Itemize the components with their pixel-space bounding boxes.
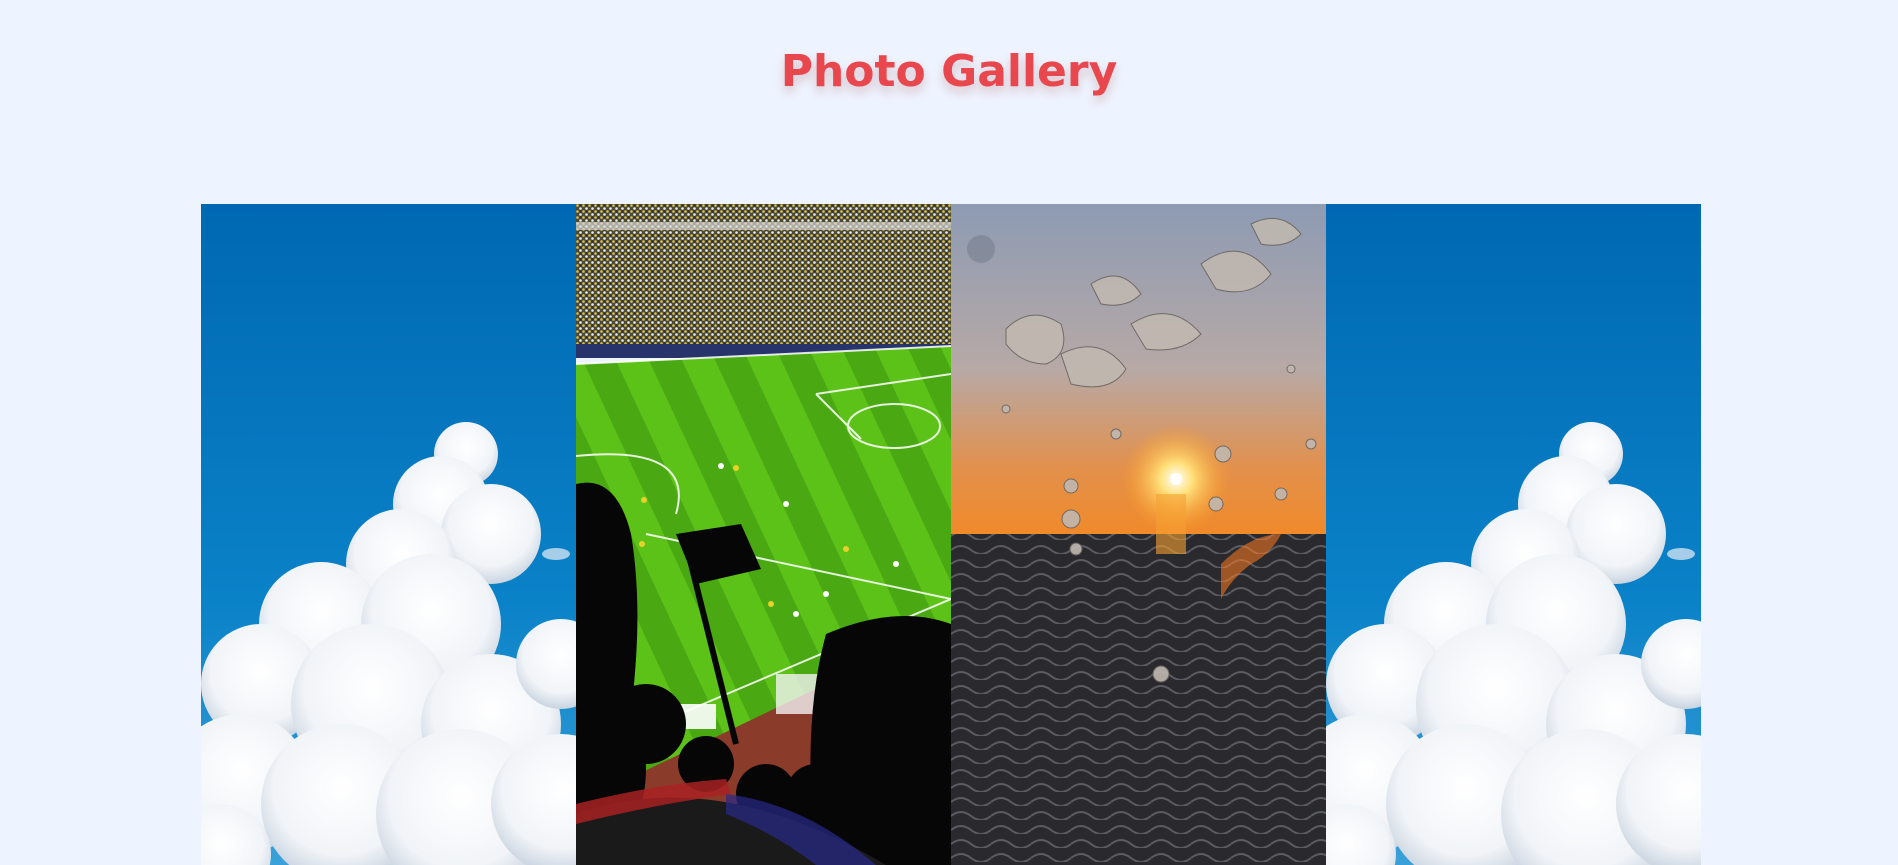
stadium-image <box>576 204 951 865</box>
clouds-image <box>1326 204 1701 865</box>
gallery-photo-water-sunset[interactable] <box>951 204 1326 865</box>
gallery-photo-clouds-2[interactable] <box>1326 204 1701 865</box>
gallery-photo-clouds-1[interactable] <box>201 204 576 865</box>
photo-gallery <box>201 204 1701 865</box>
clouds-image <box>201 204 576 865</box>
gallery-page: Photo Gallery <box>0 0 1898 865</box>
gallery-photo-stadium[interactable] <box>576 204 951 865</box>
page-title: Photo Gallery <box>780 46 1118 97</box>
water-splash-image <box>951 204 1326 865</box>
